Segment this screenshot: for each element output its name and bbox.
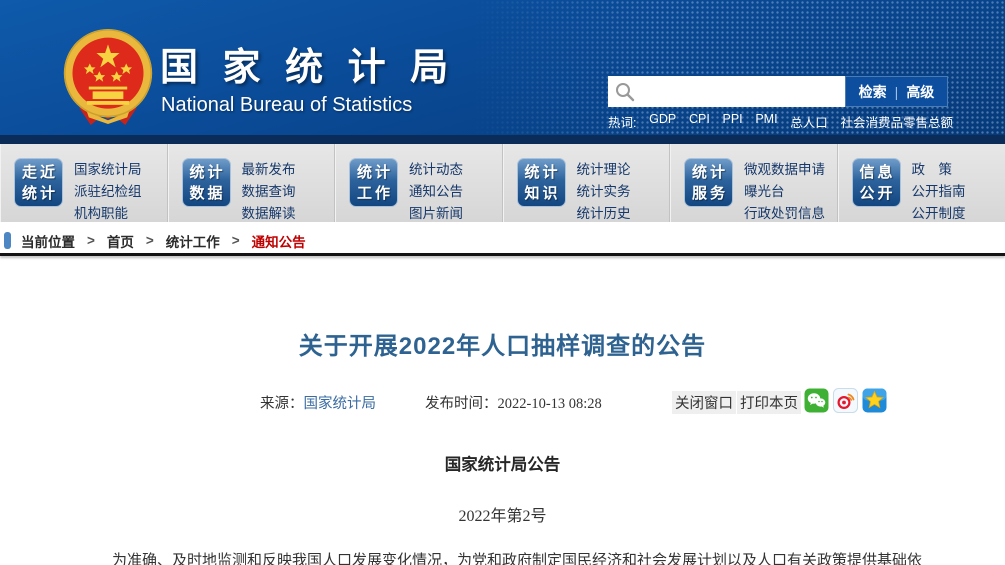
nav-section-knowledge: 统计 知识 统计理论 统计实务 统计历史: [503, 144, 670, 225]
site-subtitle: National Bureau of Statistics: [161, 94, 413, 116]
nav-section-disclosure: 信息 公开 政 策 公开指南 公开制度: [838, 144, 1005, 222]
breadcrumb: 当前位置 > 首页 > 统计工作 > 通知公告: [0, 228, 1005, 253]
search-icon: [616, 82, 635, 101]
pubtime-label: 发布时间：: [425, 396, 498, 412]
article-meta-row: 来源：国家统计局 发布时间：2022-10-13 08:28 关闭窗口 打印本页: [0, 388, 1005, 414]
breadcrumb-current-notices[interactable]: 通知公告: [252, 231, 306, 251]
nav-link[interactable]: 统计动态: [409, 159, 463, 181]
nav-link[interactable]: 最新发布: [242, 159, 296, 181]
breadcrumb-home[interactable]: 首页: [107, 231, 134, 251]
national-emblem-logo[interactable]: [60, 27, 156, 127]
nav-link[interactable]: 行政处罚信息: [744, 203, 825, 225]
breadcrumb-separator: >: [145, 233, 154, 248]
article-paragraph: 为准确、及时地监测和反映我国人口发展变化情况，为党和政府制定国民经济和社会发展计…: [112, 553, 923, 565]
nav-section-data: 统计 数据 最新发布 数据查询 数据解读: [168, 144, 335, 225]
national-emblem-icon: [63, 29, 153, 125]
source-link[interactable]: 国家统计局: [304, 396, 377, 412]
hotword-pmi[interactable]: PMI: [755, 112, 777, 131]
hotword-ppi[interactable]: PPI: [722, 112, 742, 131]
wechat-share-icon[interactable]: [804, 388, 829, 413]
article-pubtime: 发布时间：2022-10-13 08:28: [425, 392, 602, 413]
nav-badge-data[interactable]: 统计 数据: [181, 158, 231, 207]
article-title: 关于开展2022年人口抽样调查的公告: [298, 333, 707, 360]
hotword-population[interactable]: 总人口: [790, 112, 828, 131]
nav-badge-knowledge[interactable]: 统计 知识: [516, 158, 566, 207]
breadcrumb-statistical-work[interactable]: 统计工作: [166, 231, 220, 251]
nav-badge-line: 信息: [859, 163, 896, 181]
nav-link[interactable]: 图片新闻: [409, 203, 463, 225]
main-nav: 走近 统计 国家统计局 派驻纪检组 机构职能 统计 数据 最新发布 数据查询 数…: [0, 144, 1005, 222]
nav-badge-disclosure[interactable]: 信息 公开: [851, 158, 901, 207]
source-label: 来源：: [260, 396, 304, 412]
qzone-share-icon[interactable]: [862, 388, 887, 413]
breadcrumb-separator: >: [87, 233, 95, 248]
hotwords-bar: 热词: GDP CPI PPI PMI 总人口 社会消费品零售总额: [608, 112, 953, 131]
button-divider: |: [894, 83, 899, 100]
site-title: 国 家 统 计 局: [160, 47, 456, 89]
nav-link[interactable]: 机构职能: [74, 203, 142, 225]
nav-badge-about[interactable]: 走近 统计: [14, 158, 63, 207]
article-body-heading: 国家统计局公告: [444, 455, 561, 474]
search-submit-button[interactable]: 检索: [859, 82, 887, 102]
nav-badge-line: 知识: [524, 184, 561, 202]
breadcrumb-label: 当前位置: [21, 234, 75, 250]
nav-badge-line: 走近: [21, 163, 58, 181]
nav-badge-line: 统计: [691, 163, 728, 181]
content-divider-rule: [0, 253, 1005, 256]
nav-badge-line: 统计: [21, 184, 58, 202]
nav-section-about: 走近 统计 国家统计局 派驻纪检组 机构职能: [0, 144, 168, 222]
search-input[interactable]: [636, 78, 845, 105]
nav-badge-work[interactable]: 统计 工作: [349, 158, 398, 207]
nav-badge-line: 数据: [189, 184, 226, 202]
nav-section-services: 统计 服务 微观数据申请 曝光台 行政处罚信息: [670, 144, 838, 222]
article-doc-number: 2022年第2号: [458, 508, 547, 525]
hotword-retail[interactable]: 社会消费品零售总额: [840, 112, 953, 131]
nav-link[interactable]: 国家统计局: [74, 159, 142, 181]
nav-link[interactable]: 统计历史: [577, 203, 631, 225]
nav-link[interactable]: 统计理论: [577, 159, 631, 181]
nav-section-work: 统计 工作 统计动态 通知公告 图片新闻: [335, 144, 503, 222]
header-bottom-strip: [0, 135, 1005, 144]
nav-link[interactable]: 公开指南: [912, 181, 966, 203]
search-box: [608, 76, 845, 107]
nav-badge-line: 统计: [356, 163, 393, 181]
hotword-cpi[interactable]: CPI: [689, 112, 710, 131]
nav-badge-line: 工作: [356, 184, 393, 202]
nav-badge-line: 统计: [189, 163, 226, 181]
breadcrumb-marker-icon: [4, 232, 11, 249]
print-page-button[interactable]: 打印本页: [737, 391, 801, 414]
nav-link[interactable]: 政 策: [912, 159, 966, 181]
nav-link[interactable]: 通知公告: [409, 181, 463, 203]
hotword-gdp[interactable]: GDP: [649, 112, 676, 131]
nav-badge-services[interactable]: 统计 服务: [684, 158, 733, 207]
nav-link[interactable]: 曝光台: [744, 181, 825, 203]
close-window-button[interactable]: 关闭窗口: [672, 391, 736, 414]
nav-badge-line: 公开: [859, 184, 896, 202]
breadcrumb-separator: >: [231, 233, 240, 248]
page: 国 家 统 计 局 National Bureau of Statistics …: [0, 0, 1005, 565]
pubtime-value: 2022-10-13 08:28: [497, 396, 602, 412]
advanced-search-button[interactable]: 高级: [906, 82, 934, 102]
nav-link[interactable]: 微观数据申请: [744, 159, 825, 181]
nav-link[interactable]: 公开制度: [912, 203, 966, 225]
nav-badge-line: 服务: [691, 184, 728, 202]
site-header: 国 家 统 计 局 National Bureau of Statistics …: [0, 0, 1005, 135]
nav-link[interactable]: 统计实务: [577, 181, 631, 203]
nav-link[interactable]: 数据查询: [242, 181, 296, 203]
weibo-share-icon[interactable]: [833, 388, 858, 413]
search-buttons[interactable]: 检索 | 高级: [845, 76, 948, 107]
hotwords-label: 热词:: [608, 116, 637, 130]
nav-badge-line: 统计: [524, 163, 561, 181]
nav-link[interactable]: 数据解读: [242, 203, 296, 225]
article-source: 来源：国家统计局: [260, 392, 376, 413]
nav-link[interactable]: 派驻纪检组: [74, 181, 142, 203]
